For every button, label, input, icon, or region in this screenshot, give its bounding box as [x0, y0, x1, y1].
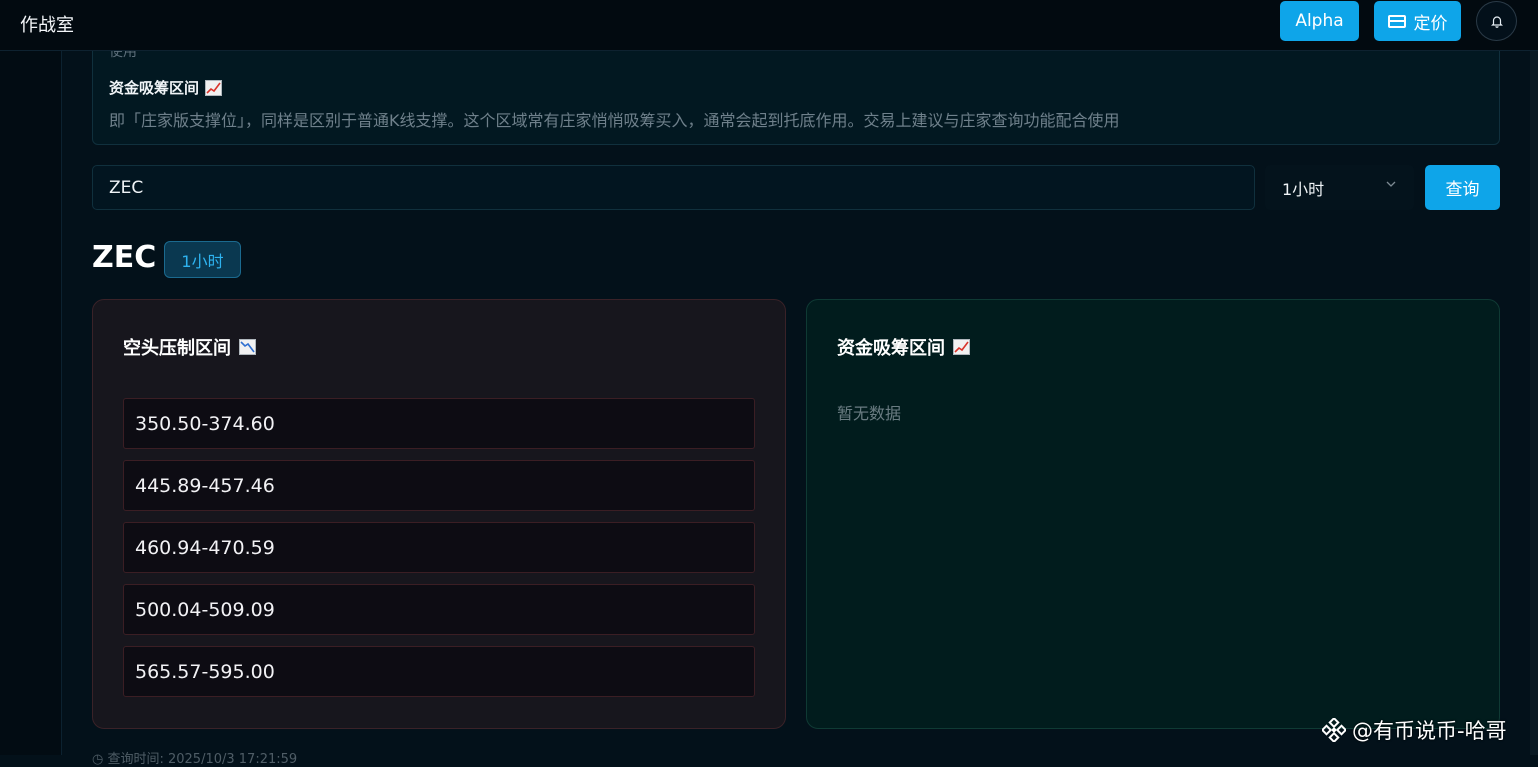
- top-bar: 作战室 Alpha 定价: [0, 0, 1538, 51]
- bear-pressure-card: 空头压制区间 350.50-374.60 445.89-457.46 460.9…: [92, 299, 786, 729]
- bell-icon: [1490, 16, 1503, 28]
- watermark: @有币说币-哈哥: [1322, 715, 1507, 745]
- symbol-search-input[interactable]: [92, 165, 1255, 210]
- query-time: ◷ 查询时间: 2025/10/3 17:21:59: [92, 752, 298, 767]
- bear-zone-row: 500.04-509.09: [123, 584, 755, 635]
- pricing-button-label: 定价: [1413, 13, 1448, 34]
- chart-decreasing-icon: [239, 339, 256, 355]
- empty-state-text: 暂无数据: [837, 404, 902, 423]
- bear-zone-row: 460.94-470.59: [123, 522, 755, 573]
- page-scrollbar[interactable]: [1530, 51, 1538, 755]
- chart-increasing-icon: [953, 339, 970, 355]
- accumulation-card: 资金吸筹区间 暂无数据: [806, 299, 1500, 729]
- info-description: 即「庄家版支撑位」，同样是区别于普通K线支撑。这个区域常有庄家悄悄吸筹买入，通常…: [109, 111, 1120, 130]
- alpha-button-label: Alpha: [1295, 11, 1344, 31]
- info-heading-label: 资金吸筹区间: [109, 79, 200, 97]
- accumulation-card-title: 资金吸筹区间: [837, 338, 945, 359]
- info-heading: 资金吸筹区间: [109, 77, 223, 98]
- binance-logo-icon: [1322, 718, 1346, 742]
- query-button[interactable]: 查询: [1425, 165, 1500, 210]
- interval-badge: 1小时: [164, 241, 241, 278]
- left-gutter: [0, 51, 61, 755]
- app-title: 作战室: [20, 15, 74, 36]
- bear-zone-row: 445.89-457.46: [123, 460, 755, 511]
- bear-zone-row: 565.57-595.00: [123, 646, 755, 697]
- interval-select-value: 1小时: [1282, 179, 1325, 199]
- interval-select[interactable]: 1小时: [1265, 165, 1414, 210]
- bear-card-title: 空头压制区间: [123, 338, 231, 359]
- content-left-border: [61, 51, 62, 755]
- chart-increasing-icon: [205, 79, 223, 96]
- result-symbol-title: ZEC: [92, 240, 157, 275]
- bear-zone-row: 350.50-374.60: [123, 398, 755, 449]
- alpha-button[interactable]: Alpha: [1280, 1, 1359, 41]
- notifications-button[interactable]: [1476, 1, 1517, 41]
- pricing-button[interactable]: 定价: [1374, 1, 1461, 41]
- query-button-label: 查询: [1445, 180, 1480, 200]
- watermark-text: @有币说币-哈哥: [1352, 719, 1507, 743]
- chevron-down-icon: [1386, 181, 1396, 187]
- credit-card-icon: [1387, 14, 1406, 28]
- accumulation-card-heading: 资金吸筹区间: [837, 334, 970, 360]
- bear-card-heading: 空头压制区间: [123, 334, 256, 360]
